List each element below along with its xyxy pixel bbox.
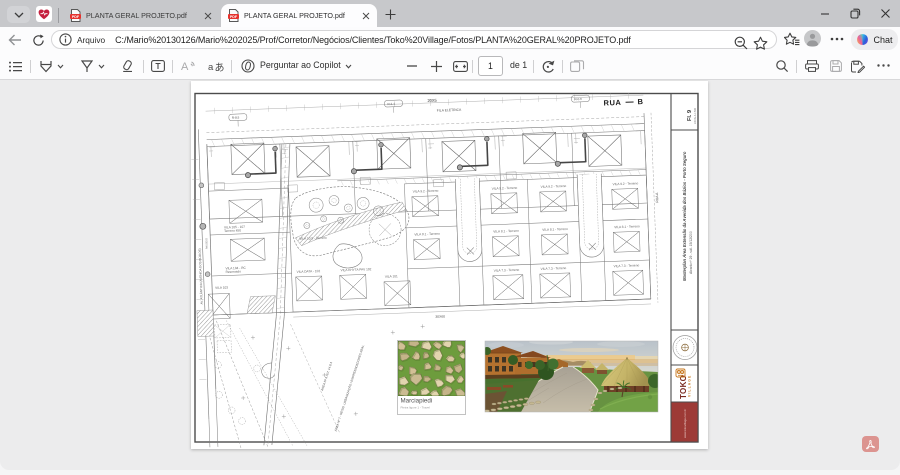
svg-text:Masterplan Área Extensão da Av: Masterplan Área Extensão da Avenida dos …: [682, 151, 687, 281]
svg-text:VILA 8.1 - Terreno: VILA 8.1 - Terreno: [414, 232, 440, 237]
svg-text:ÁREA Nº 7 - RESID. URBANIZAÇÃO: ÁREA Nº 7 - RESID. URBANIZAÇÃO / EMPREEN…: [333, 344, 366, 432]
svg-text:VILA 9.2 - Terreno: VILA 9.2 - Terreno: [613, 181, 639, 186]
svg-text:Terreno 450: Terreno 450: [224, 228, 241, 233]
svg-text:PDF: PDF: [72, 15, 80, 19]
svg-text:R-2.4: R-2.4: [387, 102, 395, 106]
svg-text:Pietra ligure 1 - Travel: Pietra ligure 1 - Travel: [401, 406, 431, 410]
svg-text:Reservado: Reservado: [225, 269, 241, 274]
svg-text:VILA 8.1 - Terreno: VILA 8.1 - Terreno: [614, 224, 640, 229]
svg-text:Marciapiedi: Marciapiedi: [401, 398, 433, 405]
svg-text:VILLAGE: VILLAGE: [687, 375, 691, 397]
svg-text:VILA 9.2 - Terreno: VILA 9.2 - Terreno: [413, 189, 439, 194]
svg-text:VILA KHYTA PAV 102: VILA KHYTA PAV 102: [340, 267, 371, 272]
svg-text:VILA 10.5 - Terreno: VILA 10.5 - Terreno: [299, 236, 327, 241]
svg-text:R-8.5: R-8.5: [232, 116, 240, 120]
svg-text:VILA 101: VILA 101: [385, 274, 398, 278]
svg-text:A: A: [181, 61, 189, 72]
svg-text:VILA 8.1 - Terreno: VILA 8.1 - Terreno: [542, 227, 568, 232]
svg-text:PDF: PDF: [230, 15, 238, 19]
svg-text:VILA 9.2 - Terreno: VILA 9.2 - Terreno: [541, 184, 567, 189]
svg-text:Alvará nº 29 - vál. 15/12/200: Alvará nº 29 - vál. 15/12/200: [689, 231, 693, 274]
svg-text:www.tokovillage.com.br: www.tokovillage.com.br: [683, 409, 687, 438]
svg-text:ESCALA 1:500: ESCALA 1:500: [694, 107, 697, 124]
svg-text:VILA DATA - 102: VILA DATA - 102: [297, 269, 321, 274]
svg-text:VILA 7.3 - Terreno: VILA 7.3 - Terreno: [494, 268, 520, 273]
svg-text:RUA A: RUA A: [655, 192, 659, 203]
svg-text:VILA 103: VILA 103: [215, 285, 228, 289]
svg-text:Fl. 9: Fl. 9: [687, 110, 693, 121]
svg-text:VILA 8.1 - Terreno: VILA 8.1 - Terreno: [493, 229, 519, 234]
svg-text:ÁREA Nº 8 ALT. 14.8.3: ÁREA Nº 8 ALT. 14.8.3: [320, 361, 333, 391]
svg-text:AV. ATLÂNTICA (AVENIDA DOS BÚ: AV. ATLÂNTICA (AVENIDA DOS BÚZIOS): [197, 248, 204, 304]
svg-text:VILA 7.3 - Terreno: VILA 7.3 - Terreno: [541, 266, 567, 271]
svg-text:FILA ELÉTRICA: FILA ELÉTRICA: [437, 107, 462, 113]
svg-text:PASSEIO: PASSEIO: [204, 238, 208, 249]
svg-text:a: a: [208, 62, 214, 72]
svg-text:20X5: 20X5: [427, 98, 437, 103]
svg-text:B: B: [637, 97, 643, 106]
svg-text:VILA 7.3 - Terreno: VILA 7.3 - Terreno: [614, 263, 640, 268]
svg-text:30X60: 30X60: [435, 315, 445, 319]
svg-text:R-0.6: R-0.6: [574, 97, 582, 101]
svg-text:RUA: RUA: [603, 98, 621, 108]
svg-text:あ: あ: [215, 62, 225, 72]
svg-text:VILA 9.2 - Terreno: VILA 9.2 - Terreno: [492, 186, 518, 191]
